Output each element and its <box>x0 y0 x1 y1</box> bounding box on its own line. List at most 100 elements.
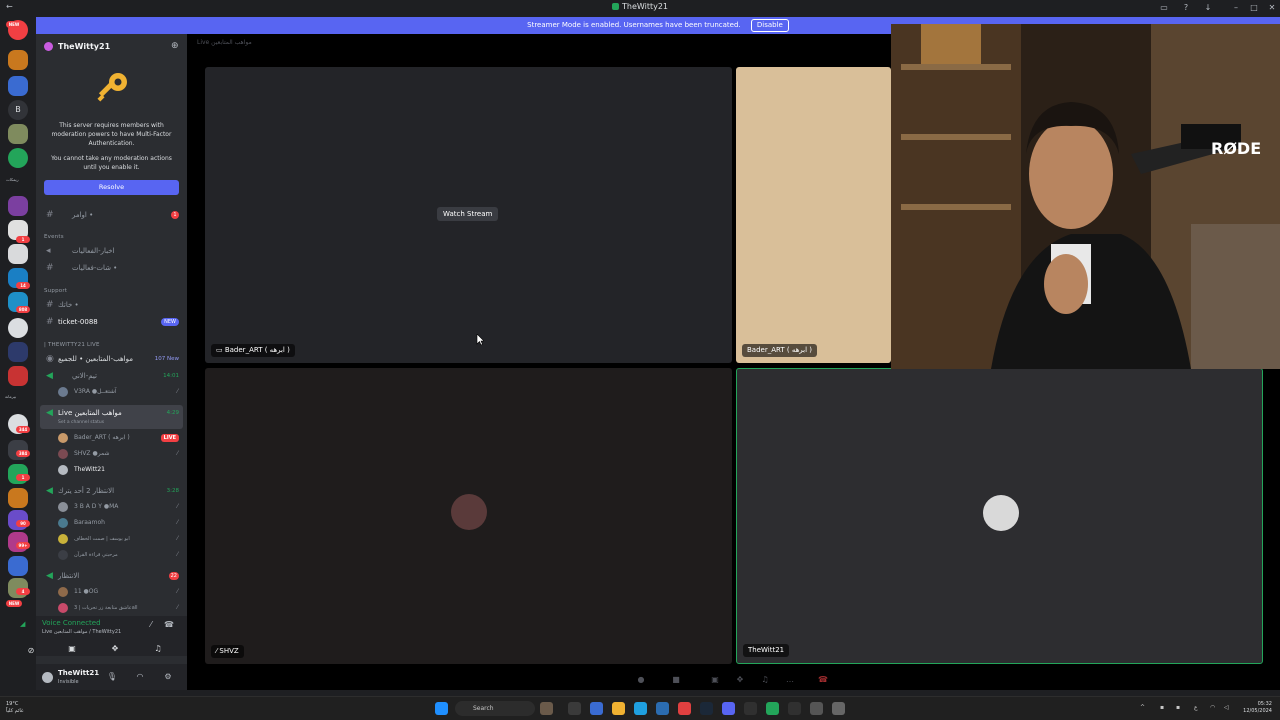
voice-user[interactable]: TheWitt21 <box>36 463 187 477</box>
activities-icon[interactable]: ✥ <box>108 644 122 653</box>
help-icon[interactable]: ? <box>1181 3 1191 13</box>
tray-icon[interactable]: ▪ <box>1176 704 1180 711</box>
store-icon[interactable] <box>656 702 669 715</box>
server-icon[interactable] <box>8 488 28 508</box>
screen-share-icon[interactable]: ▣ <box>709 674 721 686</box>
voice-user[interactable]: Bader_ART ( ابرهه ) LIVE <box>36 431 187 445</box>
minimize-icon[interactable]: – <box>1231 3 1241 13</box>
soundboard-icon[interactable]: ♫ <box>151 644 165 653</box>
server-icon[interactable] <box>8 148 28 168</box>
soundboard-icon[interactable]: ♫ <box>759 674 771 686</box>
language-indicator[interactable]: ع <box>1194 704 1198 711</box>
camera-icon[interactable]: ■ <box>670 674 682 686</box>
tile-name-label: Bader_ART ( ابرهه ) <box>742 344 817 357</box>
watch-stream-button[interactable]: Watch Stream <box>437 207 499 221</box>
headset-icon[interactable]: ◠ <box>134 671 146 683</box>
server-icon[interactable] <box>8 318 28 338</box>
volume-icon[interactable]: ◁ <box>1224 704 1229 711</box>
screen-share-icon[interactable]: ▣ <box>65 644 79 653</box>
server-icon[interactable] <box>8 50 28 70</box>
server-icon[interactable] <box>8 196 28 216</box>
discord-icon[interactable] <box>722 702 735 715</box>
app-icon[interactable] <box>590 702 603 715</box>
voice-connected-title[interactable]: Voice Connected <box>42 619 101 627</box>
chrome-icon[interactable] <box>678 702 691 715</box>
server-icon[interactable] <box>8 76 28 96</box>
steam-icon[interactable] <box>700 702 713 715</box>
channel-item-ticket[interactable]: # ticket-0088 NEW <box>36 315 187 329</box>
participant-tile-speaking[interactable]: TheWitt21 <box>736 368 1263 664</box>
rode-logo-text: RØDE <box>1211 139 1261 158</box>
taskbar-search[interactable]: Search <box>455 701 535 716</box>
signal-icon[interactable]: ◢ <box>20 620 25 628</box>
stream-tile[interactable]: Watch Stream ▭ Bader_ART ( ابرهه ) <box>205 67 732 363</box>
mic-muted-icon: ⁄ <box>176 588 178 595</box>
server-icon[interactable] <box>8 366 28 386</box>
download-icon[interactable]: ↓ <box>1203 3 1213 13</box>
weather-widget[interactable]: 19°C غائم كلياً <box>6 701 24 715</box>
more-icon[interactable]: … <box>784 674 796 686</box>
activities-icon[interactable]: ✥ <box>734 674 746 686</box>
voice-user[interactable]: 11 ●OG ⁄ <box>36 585 187 599</box>
channel-status[interactable]: Set a channel status <box>58 420 104 425</box>
server-icon-b[interactable]: B <box>8 100 28 120</box>
server-icon[interactable] <box>8 244 28 264</box>
close-icon[interactable]: ✕ <box>1267 3 1277 13</box>
mic-icon[interactable]: 🎙 <box>106 671 118 683</box>
category-support[interactable]: Support <box>44 288 67 294</box>
voice-user[interactable]: Baraamoh ⁄ <box>36 516 187 530</box>
tray-icon[interactable]: ▪ <box>1160 704 1164 711</box>
disconnect-icon[interactable]: ☎ <box>162 620 176 630</box>
noise-suppression-icon[interactable]: ⁄ <box>144 620 158 630</box>
maximize-icon[interactable]: □ <box>1249 3 1259 13</box>
camera-off-icon[interactable]: ⊘ <box>24 646 38 655</box>
settings-gear-icon[interactable]: ⚙ <box>162 671 174 683</box>
wifi-icon[interactable]: ◠ <box>1210 704 1215 711</box>
settings-icon[interactable] <box>810 702 823 715</box>
video-tile[interactable]: Bader_ART ( ابرهه ) <box>736 67 891 363</box>
server-icon[interactable] <box>8 124 28 144</box>
inbox-icon[interactable]: ▭ <box>1159 3 1169 13</box>
server-icon[interactable] <box>8 556 28 576</box>
voice-channel[interactable]: ◀ تيم-الاني 14:01 <box>36 369 187 383</box>
app-icon[interactable] <box>766 702 779 715</box>
voice-channel[interactable]: ◀ الانتظار 22 <box>36 569 187 583</box>
widget-icon[interactable] <box>540 702 553 715</box>
voice-connected-subtitle[interactable]: Live مواهب المتابعين / TheWitty21 <box>42 629 121 635</box>
app-icon[interactable] <box>832 702 845 715</box>
tray-chevron-icon[interactable]: ^ <box>1140 704 1145 711</box>
voice-user[interactable]: مرحبتي قراءة القرآن ⁄ <box>36 548 187 562</box>
disable-streamer-mode-button[interactable]: Disable <box>750 19 789 32</box>
windows-start-icon[interactable] <box>435 702 448 715</box>
participant-tile[interactable]: ⁄ SHVZ <box>205 368 732 664</box>
disconnect-icon[interactable]: ☎ <box>817 674 829 686</box>
user-avatar[interactable] <box>42 672 53 683</box>
taskbar-clock[interactable]: 05:32 12/05/2024 <box>1243 701 1272 715</box>
obs-icon[interactable] <box>788 702 801 715</box>
channel-item[interactable]: # اوامر • 1 <box>36 208 187 222</box>
voice-user[interactable]: SHVZ ●شمر ⁄ <box>36 447 187 461</box>
voice-user[interactable]: ابو يوسف | صمت الخطاف ⁄ <box>36 532 187 546</box>
edge-icon[interactable] <box>634 702 647 715</box>
server-header[interactable]: TheWitty21 ⊕ <box>36 34 187 58</box>
voice-user[interactable]: V3RA ●آشتعــل ⁄ <box>36 385 187 399</box>
voice-channel-live[interactable]: ◀ Live مواهب المتابعين 4:29 <box>36 406 187 420</box>
channel-item[interactable]: ◂ اخبار-الفعاليات <box>36 244 187 258</box>
task-view-icon[interactable] <box>568 702 581 715</box>
channel-item[interactable]: # شات-فعاليات • <box>36 261 187 275</box>
unread-badge: 90 <box>16 520 30 527</box>
resolve-button[interactable]: Resolve <box>44 180 179 195</box>
mic-icon[interactable]: ● <box>635 674 647 686</box>
voice-channel[interactable]: ◀ الانتظار 2 أحد يترك 3:28 <box>36 484 187 498</box>
user-name[interactable]: TheWitt21 <box>58 669 99 677</box>
voice-user[interactable]: عاشق متابعة زر تحريات | 3all ⁄ <box>36 601 187 615</box>
category-events[interactable]: Events <box>44 234 64 240</box>
invite-icon[interactable]: ⊕ <box>171 41 181 51</box>
file-explorer-icon[interactable] <box>612 702 625 715</box>
channel-item[interactable]: # خاتك • <box>36 298 187 312</box>
terminal-icon[interactable] <box>744 702 757 715</box>
voice-user[interactable]: 3 B A D Y ●MA ⁄ <box>36 500 187 514</box>
server-icon[interactable] <box>8 342 28 362</box>
category-live[interactable]: | THEWITTY21 LIVE <box>44 342 100 348</box>
voice-channel[interactable]: ◉ مواهب-المتابعين • للجميع 107 New <box>36 352 187 366</box>
